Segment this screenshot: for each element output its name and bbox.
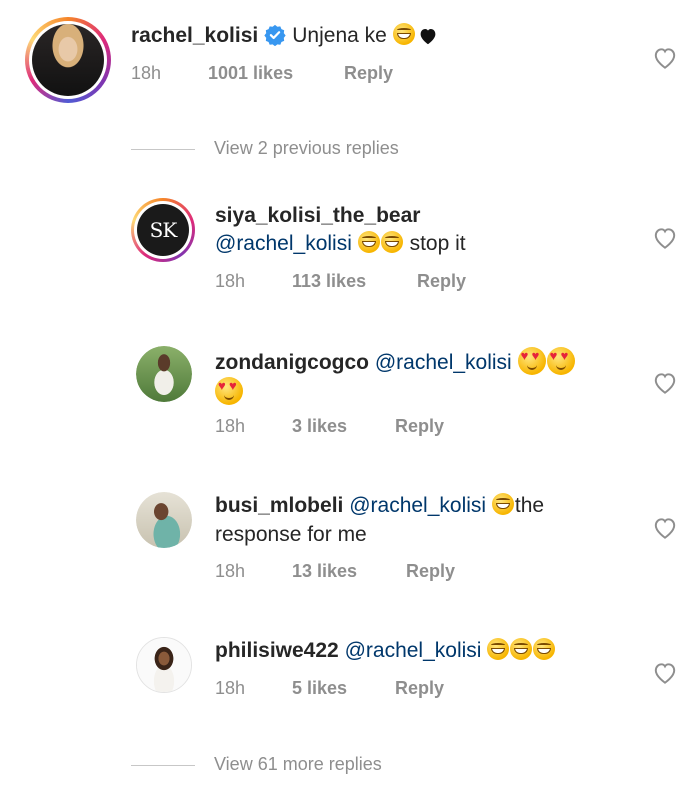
username[interactable]: siya_kolisi_the_bear (215, 204, 420, 227)
comment-text: the (514, 494, 545, 517)
likes-count[interactable]: 113 likes (292, 271, 412, 292)
view-more-replies-button[interactable]: View 61 more replies (131, 754, 382, 775)
comment-meta: 18h 13 likes Reply (215, 561, 455, 582)
timestamp: 18h (215, 271, 246, 291)
comment-meta: 18h 113 likes Reply (215, 271, 466, 292)
comment-text: Unjena ke (292, 24, 387, 47)
like-heart-icon[interactable] (652, 661, 678, 685)
laughing-emoji (392, 23, 415, 45)
heart-eyes-emoji (215, 377, 243, 405)
username-line: siya_kolisi_the_bear (215, 202, 420, 230)
laughing-emoji (533, 638, 556, 660)
heart-eyes-emoji (517, 347, 546, 375)
reply-button[interactable]: Reply (406, 561, 455, 582)
like-heart-icon[interactable] (652, 516, 678, 540)
avatar[interactable]: SK (131, 198, 195, 262)
likes-count[interactable]: 3 likes (292, 416, 390, 437)
black-heart-emoji (420, 29, 436, 45)
comment-meta: 18h 1001 likes Reply (131, 63, 393, 84)
view-previous-replies-label[interactable]: View 2 previous replies (214, 138, 399, 158)
mention-link[interactable]: @rachel_kolisi (375, 351, 512, 374)
profile-photo (137, 638, 191, 692)
comment-meta: 18h 3 likes Reply (215, 416, 444, 437)
like-heart-icon[interactable] (652, 46, 678, 70)
comment-text-line-2 (215, 377, 244, 407)
mention-link[interactable]: @rachel_kolisi (349, 494, 486, 517)
reply-button[interactable]: Reply (395, 416, 444, 437)
divider-line (131, 148, 195, 150)
reply-button[interactable]: Reply (395, 678, 444, 699)
timestamp: 18h (131, 63, 162, 83)
username[interactable]: philisiwe422 (215, 639, 339, 662)
username[interactable]: zondanigcogco (215, 351, 369, 374)
laughing-emoji (491, 493, 514, 515)
heart-eyes-emoji (546, 347, 575, 375)
avatar[interactable] (136, 637, 192, 693)
laughing-emoji (380, 231, 403, 253)
comment-text-line: zondanigcogco @rachel_kolisi (215, 347, 576, 377)
profile-photo (32, 24, 104, 96)
timestamp: 18h (215, 678, 246, 698)
view-previous-replies-button[interactable]: View 2 previous replies (131, 138, 399, 159)
comment-text: stop it (409, 232, 466, 255)
profile-photo (136, 492, 192, 548)
mention-link[interactable]: @rachel_kolisi (345, 639, 482, 662)
avatar[interactable] (136, 346, 192, 402)
comment-text-line-2: response for me (215, 521, 367, 549)
timestamp: 18h (215, 416, 246, 436)
comment-text-line: philisiwe422 @rachel_kolisi (215, 637, 556, 665)
divider-line (131, 764, 195, 766)
profile-photo (136, 346, 192, 402)
avatar[interactable] (25, 17, 111, 103)
mention-link[interactable]: @rachel_kolisi (215, 232, 352, 255)
view-more-replies-label[interactable]: View 61 more replies (214, 754, 382, 774)
reply-button[interactable]: Reply (344, 63, 393, 84)
timestamp: 18h (215, 561, 246, 581)
likes-count[interactable]: 13 likes (292, 561, 401, 582)
verified-badge-icon (264, 24, 286, 46)
comment-text-continued: response for me (215, 523, 367, 546)
laughing-emoji (487, 638, 510, 660)
reply-button[interactable]: Reply (417, 271, 466, 292)
likes-count[interactable]: 5 likes (292, 678, 390, 699)
laughing-emoji (510, 638, 533, 660)
likes-count[interactable]: 1001 likes (208, 63, 339, 84)
sk-logo: SK (137, 204, 189, 256)
avatar[interactable] (136, 492, 192, 548)
comment-text-line: @rachel_kolisi stop it (215, 230, 466, 258)
comment-meta: 18h 5 likes Reply (215, 678, 444, 699)
username[interactable]: rachel_kolisi (131, 24, 258, 47)
laughing-emoji (357, 231, 380, 253)
username[interactable]: busi_mlobeli (215, 494, 343, 517)
comment-text-line: busi_mlobeli @rachel_kolisi the (215, 492, 544, 520)
comment-text-line: rachel_kolisi Unjena ke (131, 22, 438, 50)
like-heart-icon[interactable] (652, 371, 678, 395)
like-heart-icon[interactable] (652, 226, 678, 250)
